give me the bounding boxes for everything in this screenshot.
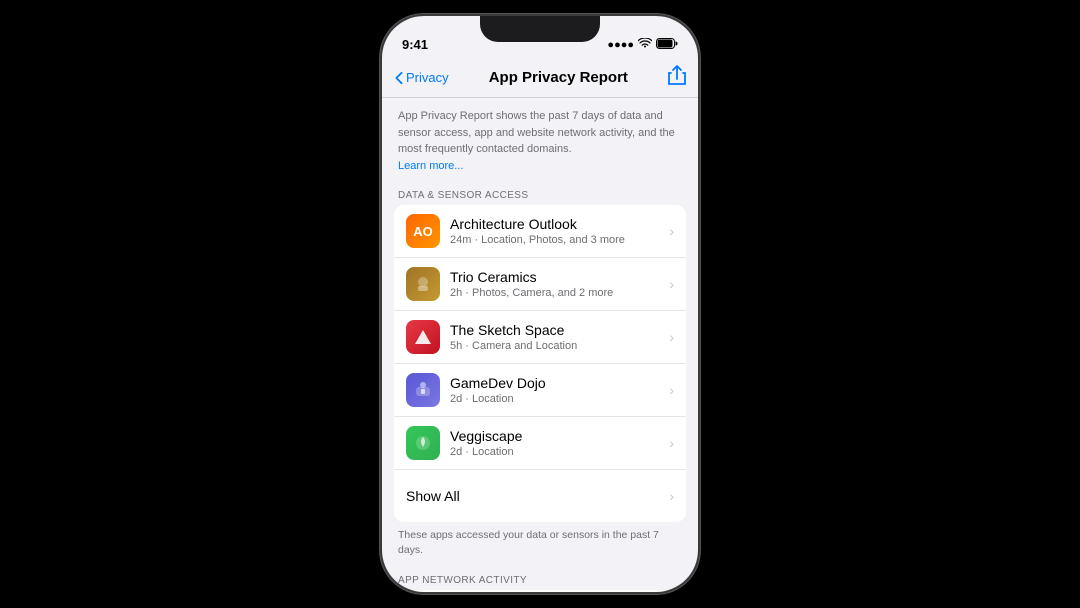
- notch: [480, 16, 600, 42]
- app-detail: 2d · Location: [450, 445, 665, 459]
- sketch-triangle-icon: [415, 330, 431, 344]
- app-name: Veggiscape: [450, 427, 665, 445]
- show-all-label: Show All: [406, 488, 460, 504]
- phone-frame: 9:41 ●●●●: [380, 14, 700, 594]
- app-detail: 2h · Photos, Camera, and 2 more: [450, 286, 665, 300]
- list-item[interactable]: Veggiscape 2d · Location ›: [394, 417, 686, 470]
- app-icon-trio: [406, 267, 440, 301]
- app-info-trio: Trio Ceramics 2h · Photos, Camera, and 2…: [450, 268, 665, 300]
- app-info-gamedev: GameDev Dojo 2d · Location: [450, 374, 665, 406]
- app-name: GameDev Dojo: [450, 374, 665, 392]
- status-icons: ●●●●: [607, 38, 678, 52]
- list-item[interactable]: NM New District Museum 46 ›: [394, 590, 686, 594]
- app-info-veggi: Veggiscape 2d · Location: [450, 427, 665, 459]
- list-item[interactable]: GameDev Dojo 2d · Location ›: [394, 364, 686, 417]
- status-time: 9:41: [402, 37, 428, 52]
- wifi-icon: [638, 38, 652, 52]
- app-detail: 24m · Location, Photos, and 3 more: [450, 233, 665, 247]
- app-name: The Sketch Space: [450, 321, 665, 339]
- chevron-icon: ›: [669, 382, 674, 398]
- app-name: Trio Ceramics: [450, 268, 665, 286]
- learn-more-link[interactable]: Learn more...: [398, 160, 463, 172]
- battery-icon: [656, 38, 678, 52]
- app-detail: 5h · Camera and Location: [450, 339, 665, 353]
- chevron-icon: ›: [669, 435, 674, 451]
- share-button[interactable]: [668, 65, 686, 90]
- back-label: Privacy: [406, 70, 449, 85]
- app-icon-sketch: [406, 320, 440, 354]
- network-activity-list: NM New District Museum 46 ›: [394, 590, 686, 594]
- chevron-icon: ›: [669, 329, 674, 345]
- signal-icon: ●●●●: [607, 39, 634, 51]
- chevron-icon: ›: [669, 488, 674, 504]
- nav-bar: Privacy App Privacy Report: [382, 58, 698, 98]
- chevron-icon: ›: [669, 276, 674, 292]
- app-icon-veggi: [406, 426, 440, 460]
- description-block: App Privacy Report shows the past 7 days…: [382, 98, 698, 182]
- app-detail: 2d · Location: [450, 392, 665, 406]
- page-title: App Privacy Report: [489, 69, 628, 86]
- app-info-sketch: The Sketch Space 5h · Camera and Locatio…: [450, 321, 665, 353]
- network-section-header: APP NETWORK ACTIVITY: [382, 567, 698, 590]
- app-info-architecture: Architecture Outlook 24m · Location, Pho…: [450, 215, 665, 247]
- description-text: App Privacy Report shows the past 7 days…: [398, 110, 675, 155]
- list-item[interactable]: The Sketch Space 5h · Camera and Locatio…: [394, 311, 686, 364]
- app-icon-gamedev: [406, 373, 440, 407]
- app-icon-architecture: AO: [406, 214, 440, 248]
- list-item[interactable]: Trio Ceramics 2h · Photos, Camera, and 2…: [394, 258, 686, 311]
- data-sensor-list: AO Architecture Outlook 24m · Location, …: [394, 205, 686, 522]
- sensor-footer-note: These apps accessed your data or sensors…: [382, 522, 698, 567]
- back-button[interactable]: Privacy: [394, 70, 449, 85]
- content-scroll[interactable]: App Privacy Report shows the past 7 days…: [382, 98, 698, 594]
- app-name: Architecture Outlook: [450, 215, 665, 233]
- chevron-icon: ›: [669, 223, 674, 239]
- list-item[interactable]: AO Architecture Outlook 24m · Location, …: [394, 205, 686, 258]
- show-all-button[interactable]: Show All ›: [394, 470, 686, 522]
- data-sensor-section-header: DATA & SENSOR ACCESS: [382, 182, 698, 205]
